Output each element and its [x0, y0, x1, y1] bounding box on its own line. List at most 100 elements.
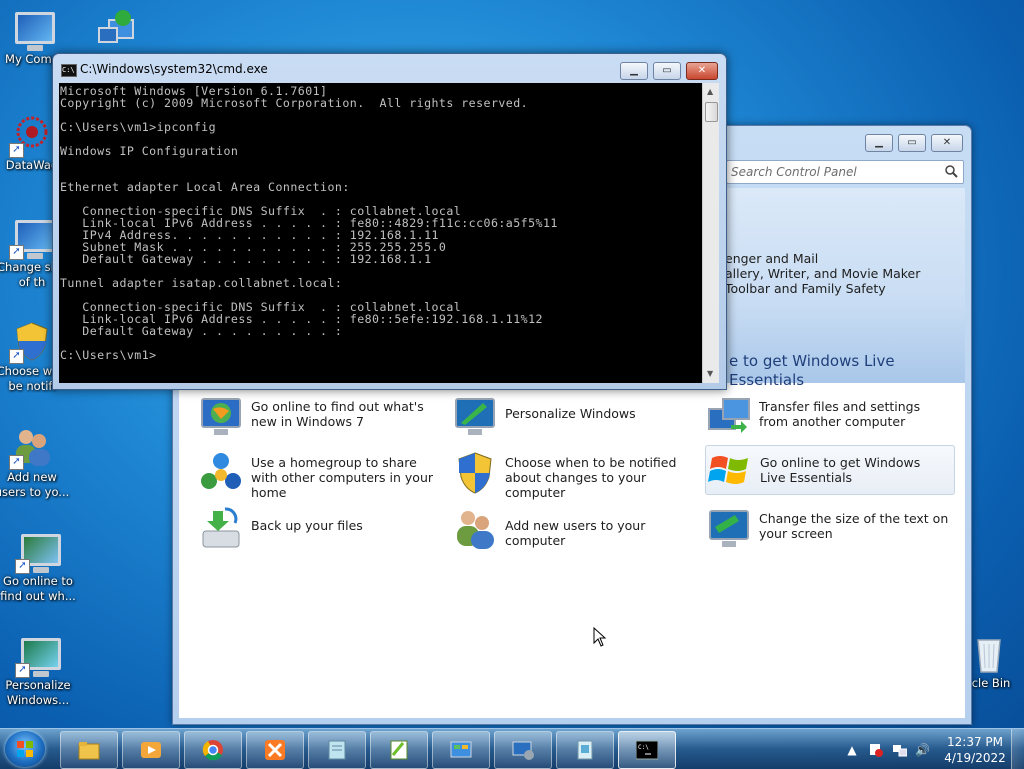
notepad-plus-icon: [390, 740, 408, 760]
task-label: Use a homegroup to share with other comp…: [251, 455, 434, 500]
maximize-button[interactable]: ▭: [653, 62, 681, 80]
desktop-icon-network[interactable]: [78, 8, 154, 52]
monitor-brush-icon: [455, 398, 495, 435]
search-input[interactable]: Search Control Panel: [726, 160, 964, 184]
cmd-icon: C:\: [636, 740, 658, 760]
taskbar-xampp[interactable]: [246, 731, 304, 769]
monitor-text-icon: ➚: [9, 216, 55, 260]
windows-live-link[interactable]: e to get Windows Live Essentials: [729, 352, 965, 390]
task-windows-live[interactable]: Go online to get Windows Live Essentials: [705, 445, 955, 495]
start-button[interactable]: [5, 731, 45, 767]
task-label: Transfer files and settings from another…: [759, 399, 921, 429]
taskbar-control-panel[interactable]: [432, 731, 490, 769]
maximize-button[interactable]: ▭: [898, 134, 926, 152]
shield-icon: [458, 452, 492, 494]
volume-icon[interactable]: 🔊: [915, 743, 930, 757]
scrollbar[interactable]: ▲ ▼: [702, 83, 719, 383]
remote-desktop-icon: [512, 741, 534, 760]
cmd-window[interactable]: C:\ C:\Windows\system32\cmd.exe ▁ ▭ ✕ Mi…: [52, 53, 727, 390]
taskbar-windows-explorer[interactable]: [60, 731, 118, 769]
task-label: Add new users to your computer: [505, 518, 646, 548]
scroll-down-icon[interactable]: ▼: [707, 369, 713, 378]
console-text: Microsoft Windows [Version 6.1.7601] Cop…: [60, 84, 558, 362]
minimize-button[interactable]: ▁: [865, 134, 893, 152]
chrome-icon: [202, 740, 223, 761]
taskbar-file-manager[interactable]: [556, 731, 614, 769]
desktop-icon-whats-new[interactable]: ➚ Go online to find out wh...: [0, 530, 76, 604]
task-whats-new[interactable]: Go online to find out what's new in Wind…: [199, 393, 449, 441]
action-center-icon[interactable]: [869, 743, 883, 757]
hero-line: allery, Writer, and Movie Maker: [725, 266, 921, 281]
scroll-up-icon[interactable]: ▲: [707, 87, 713, 96]
desktop-icon-label: Add new users to yo...: [0, 470, 70, 499]
computer-icon: [11, 8, 55, 51]
datawag-icon: ➚: [9, 114, 53, 158]
taskbar-notepad-plus[interactable]: [370, 731, 428, 769]
window-title: C:\Windows\system32\cmd.exe: [80, 62, 268, 76]
close-button[interactable]: ✕: [686, 62, 718, 80]
taskbar-cmd[interactable]: C:\: [618, 731, 676, 769]
task-uac[interactable]: Choose when to be notified about changes…: [453, 449, 703, 500]
homegroup-icon: [201, 453, 241, 489]
shield-icon: ➚: [9, 320, 53, 364]
task-backup[interactable]: Back up your files: [199, 505, 449, 553]
document-icon: [577, 740, 593, 760]
taskbar-media-player[interactable]: [122, 731, 180, 769]
monitor-brush-icon: ➚: [15, 634, 61, 678]
xampp-icon: [265, 740, 285, 760]
task-add-users[interactable]: Add new users to your computer: [453, 505, 703, 553]
desktop-icon-label: My Comp: [5, 52, 59, 66]
transfer-icon: [708, 398, 750, 433]
scroll-thumb[interactable]: [705, 102, 718, 122]
task-label: Back up your files: [251, 518, 363, 533]
notepad-icon: [328, 740, 346, 760]
control-panel-icon: [450, 741, 472, 758]
clock[interactable]: 12:37 PM 4/19/2022: [935, 734, 1015, 766]
desktop-icon-label: Go online to find out wh...: [0, 574, 76, 603]
taskbar-notepad[interactable]: [308, 731, 366, 769]
desktop-icon-personalize[interactable]: ➚ Personalize Windows...: [0, 634, 76, 708]
network-icon[interactable]: [893, 743, 908, 757]
folder-icon: [78, 742, 100, 760]
minimize-button[interactable]: ▁: [620, 62, 648, 80]
task-homegroup[interactable]: Use a homegroup to share with other comp…: [199, 449, 449, 500]
hero-line: Toolbar and Family Safety: [725, 281, 886, 296]
backup-icon: [202, 507, 240, 548]
desktop-icon-add-users[interactable]: ➚ Add new users to yo...: [0, 426, 70, 500]
task-text-size[interactable]: Change the size of the text on your scre…: [707, 505, 957, 553]
windows-logo-icon: [17, 741, 33, 757]
recycle-bin-icon: [968, 632, 1010, 674]
search-placeholder: Search Control Panel: [731, 165, 857, 179]
users-icon: ➚: [9, 426, 53, 470]
monitor-globe-icon: ➚: [15, 530, 61, 574]
monitor-text-icon: [709, 510, 749, 547]
taskbar-chrome[interactable]: [184, 731, 242, 769]
desktop-icon-label: DataWag: [5, 158, 59, 172]
close-button[interactable]: ✕: [931, 134, 963, 152]
console-output[interactable]: Microsoft Windows [Version 6.1.7601] Cop…: [59, 83, 702, 383]
windows-flag-icon: [708, 456, 748, 484]
svg-text:C:\: C:\: [638, 744, 649, 751]
task-personalize[interactable]: Personalize Windows: [453, 393, 703, 441]
mouse-cursor-icon: [593, 627, 607, 647]
taskbar-remote-desktop[interactable]: [494, 731, 552, 769]
task-label: Go online to find out what's new in Wind…: [251, 399, 424, 429]
task-label: Personalize Windows: [505, 406, 636, 421]
clock-time: 12:37 PM: [947, 735, 1003, 749]
search-icon[interactable]: [945, 165, 958, 178]
media-player-icon: [141, 742, 161, 758]
clock-date: 4/19/2022: [944, 751, 1006, 765]
hero-line: enger and Mail: [725, 251, 819, 266]
task-label: Go online to get Windows Live Essentials: [760, 455, 921, 485]
task-label: Choose when to be notified about changes…: [505, 455, 677, 500]
monitor-globe-icon: [201, 398, 241, 435]
show-desktop-button[interactable]: [1011, 729, 1024, 769]
task-transfer[interactable]: Transfer files and settings from another…: [707, 393, 957, 441]
cmd-icon: C:\: [61, 64, 77, 77]
show-hidden-icons-icon[interactable]: ▲: [845, 743, 859, 757]
network-icon: [95, 8, 137, 50]
desktop-icon-label: Personalize Windows...: [5, 678, 71, 707]
taskbar: C:\ ▲ 🔊 12:37 PM 4/19/2022: [0, 728, 1024, 769]
task-label: Change the size of the text on your scre…: [759, 511, 949, 541]
users-icon: [457, 511, 494, 549]
